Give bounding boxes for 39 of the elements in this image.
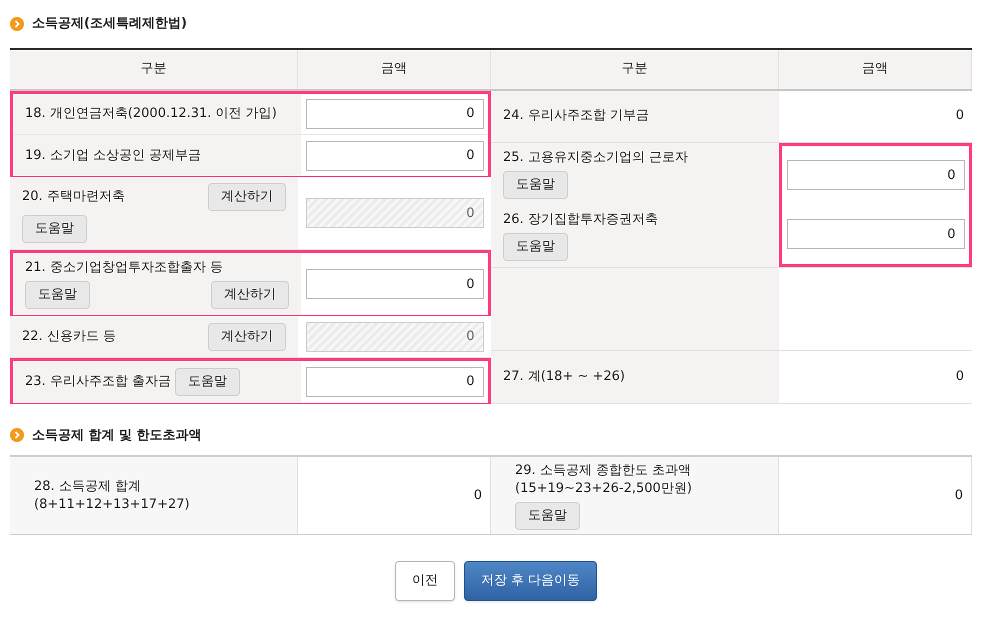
amount-field[interactable]: 0: [786, 219, 964, 250]
row-label: 27. 계(18+ ~ +26): [503, 368, 625, 386]
column-header: 금액: [381, 60, 407, 78]
help-button[interactable]: 도움말: [515, 502, 580, 530]
amount-value: 0: [954, 486, 964, 505]
row-label: 28. 소득공제 합계(8+11+12+13+17+27): [34, 478, 191, 514]
help-button[interactable]: 도움말: [503, 170, 568, 199]
row-label: 18. 개인연금저축(2000.12.31. 이전 가입): [25, 104, 277, 123]
row-label: 24. 우리사주조합 기부금: [503, 107, 649, 126]
row-label: 22. 신용카드 등: [22, 328, 116, 346]
help-button[interactable]: 도움말: [174, 368, 240, 396]
row-label: 29. 소득공제 종합한도 초과액(15+19~23+26-2,500만원): [515, 462, 693, 498]
save-next-button[interactable]: 저장 후 다음이동: [464, 561, 598, 601]
amount-field[interactable]: 0: [306, 98, 484, 129]
calculate-button[interactable]: 계산하기: [208, 183, 286, 211]
row-label: 21. 중소기업창업투자조합출자 등: [25, 259, 223, 277]
amount-value: 0: [474, 486, 483, 505]
row-label: 19. 소기업 소상공인 공제부금: [25, 146, 202, 165]
amount-value: 0: [956, 368, 965, 386]
row-label: 26. 장기집합투자증권저축: [503, 210, 658, 229]
amount-field[interactable]: 0: [306, 269, 484, 299]
help-button[interactable]: 도움말: [503, 232, 568, 261]
row-label: 23. 우리사주조합 출자금: [25, 372, 171, 391]
amount-value: 0: [956, 107, 965, 126]
section-title: 소득공제(조세특례제한법): [32, 15, 187, 33]
section-title: 소득공제 합계 및 한도초과액: [32, 426, 202, 444]
calculate-button[interactable]: 계산하기: [208, 322, 286, 351]
row-label: 25. 고용유지중소기업의 근로자: [503, 148, 688, 167]
amount-field[interactable]: 0: [306, 366, 484, 397]
column-header: 구분: [622, 60, 648, 78]
column-header: 구분: [140, 60, 166, 78]
previous-button[interactable]: 이전: [394, 561, 455, 601]
column-header: 금액: [862, 60, 888, 78]
amount-field[interactable]: 0: [306, 140, 484, 171]
calculate-button[interactable]: 계산하기: [211, 281, 289, 309]
help-button[interactable]: 도움말: [25, 281, 90, 309]
help-button[interactable]: 도움말: [22, 215, 87, 243]
amount-field[interactable]: 0: [786, 160, 964, 190]
row-label: 20. 주택마련저축: [22, 188, 125, 206]
